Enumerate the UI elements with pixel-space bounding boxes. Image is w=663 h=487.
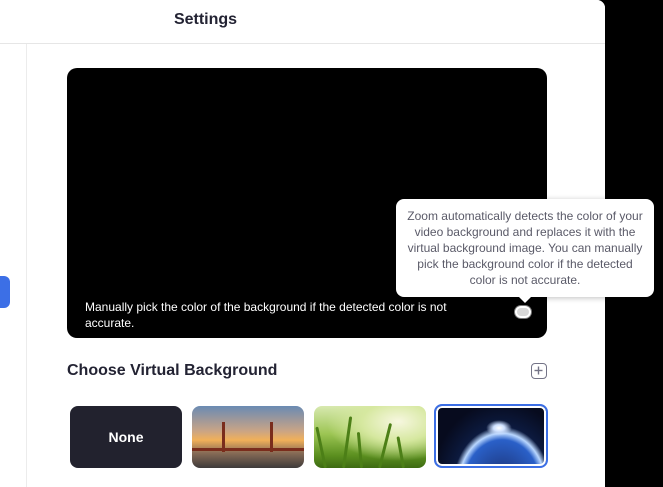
title-bar: Settings <box>0 0 605 44</box>
window-title: Settings <box>173 11 238 28</box>
background-thumb-none[interactable]: None <box>70 406 182 468</box>
grass-blade <box>342 416 353 468</box>
background-color-picker[interactable] <box>515 306 531 318</box>
sidebar-item-active[interactable] <box>0 276 10 308</box>
bridge-deck <box>192 448 304 451</box>
grass-blade <box>315 426 327 468</box>
grass-blade <box>356 432 363 468</box>
plus-icon <box>534 366 543 375</box>
background-thumb-bridge[interactable] <box>192 406 304 468</box>
grass-blade <box>396 436 405 468</box>
tooltip-arrow <box>518 296 532 303</box>
settings-sidebar <box>0 44 27 487</box>
add-background-button[interactable] <box>531 363 547 379</box>
earth-glow <box>486 420 512 436</box>
color-detection-tooltip: Zoom automatically detects the color of … <box>396 199 654 297</box>
thumb-none-label: None <box>108 429 144 445</box>
background-thumb-earth[interactable] <box>434 404 548 468</box>
background-thumb-grass[interactable] <box>314 406 426 468</box>
grass-blade <box>378 423 393 468</box>
preview-caption: Manually pick the color of the backgroun… <box>85 300 447 330</box>
virtual-background-heading: Choose Virtual Background <box>67 362 278 379</box>
